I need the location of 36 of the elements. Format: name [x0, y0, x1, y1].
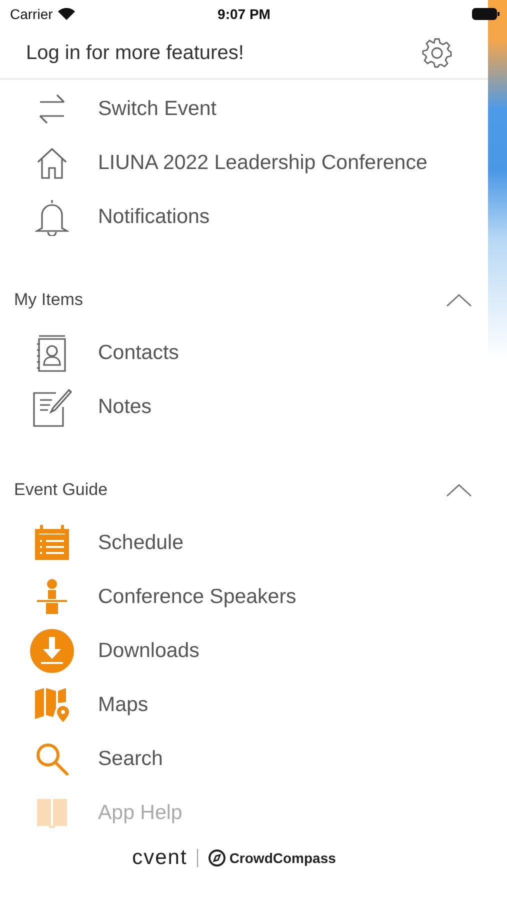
search-icon — [35, 742, 69, 776]
brand-logo: cvent — [132, 846, 188, 870]
settings-icon — [422, 38, 452, 68]
note-pencil-icon — [32, 387, 72, 427]
menu-item[interactable]: Downloads — [0, 624, 488, 678]
map-pin-icon — [34, 687, 70, 723]
settings-button[interactable] — [422, 38, 452, 68]
partner-logo: CrowdCompass — [229, 850, 336, 866]
menu-item[interactable]: Notifications — [0, 190, 488, 244]
menu-item[interactable]: Schedule — [0, 516, 488, 570]
menu-item[interactable]: Notes — [0, 380, 488, 434]
menu-item[interactable]: LIUNA 2022 Leadership Conference — [0, 136, 488, 190]
menu-item[interactable]: Contacts — [0, 326, 488, 380]
login-prompt[interactable]: Log in for more features! — [26, 42, 244, 64]
home-icon — [36, 146, 68, 180]
address-book-icon — [36, 334, 68, 372]
menu-item[interactable]: Switch Event — [0, 82, 488, 136]
chevron-icon — [446, 483, 472, 497]
section-title: My Items — [14, 290, 83, 310]
bell-icon — [35, 198, 69, 236]
collapse-button[interactable] — [446, 293, 472, 307]
battery-icon — [472, 8, 500, 20]
clock-time: 9:07 PM — [218, 6, 270, 22]
section-title: Event Guide — [14, 480, 108, 500]
carrier-label: Carrier — [10, 6, 53, 22]
compass-icon — [208, 849, 226, 867]
menu-item[interactable]: Maps — [0, 678, 488, 732]
menu-item[interactable]: Conference Speakers — [0, 570, 488, 624]
speaker-podium-icon — [36, 579, 68, 615]
menu-item[interactable]: Search — [0, 732, 488, 786]
wifi-icon — [58, 8, 75, 20]
calendar-list-icon — [34, 525, 70, 561]
collapse-button[interactable] — [446, 483, 472, 497]
book-icon — [36, 798, 68, 828]
download-icon — [30, 629, 74, 673]
chevron-icon — [446, 293, 472, 307]
